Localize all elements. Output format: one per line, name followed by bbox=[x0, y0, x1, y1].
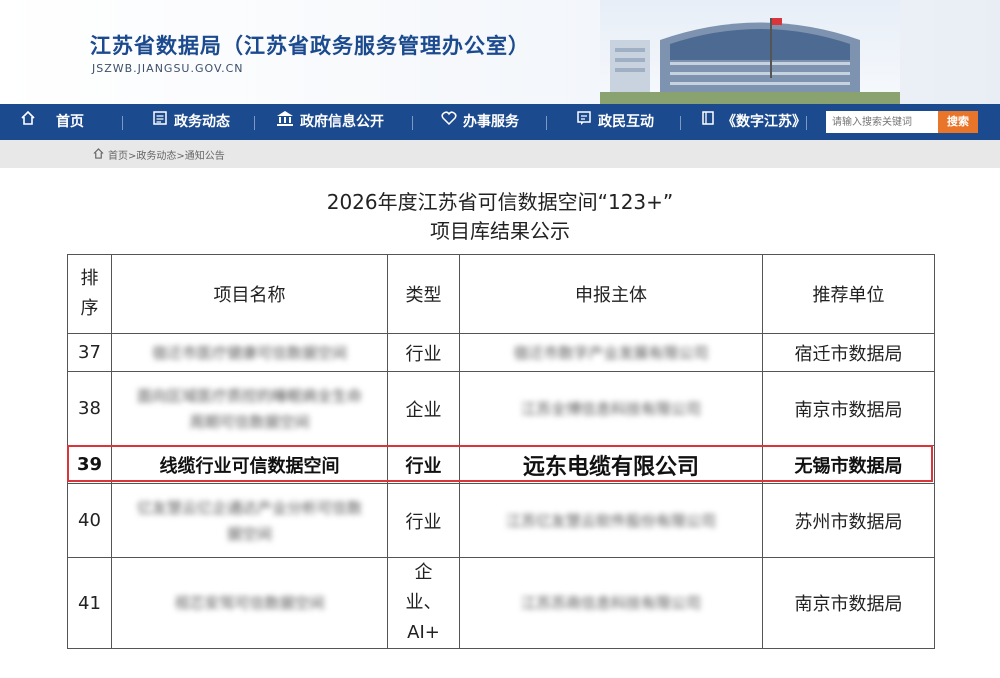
cell-rank: 39 bbox=[67, 445, 112, 484]
cell-recommender: 苏州市数据局 bbox=[762, 483, 935, 558]
cell-project-name: 线缆行业可信数据空间 bbox=[111, 445, 388, 484]
nav-label: 办事服务 bbox=[463, 114, 519, 130]
nav-divider bbox=[122, 116, 123, 130]
table-header-row: 排序 项目名称 类型 申报主体 推荐单位 bbox=[67, 254, 935, 334]
cell-type: 企业 bbox=[387, 371, 460, 446]
table-row: 41 视芯安驾可信数据空间 企业、AI+ 江苏苏商信息科技有限公司 南京市数据局 bbox=[67, 557, 935, 649]
nav-divider bbox=[806, 116, 807, 130]
nav-divider bbox=[254, 116, 255, 130]
nav-item-home[interactable]: 首页 bbox=[20, 104, 84, 140]
header-project-name: 项目名称 bbox=[111, 254, 388, 334]
breadcrumb: 首页>政务动态>通知公告 bbox=[93, 147, 225, 162]
breadcrumb-text[interactable]: 首页>政务动态>通知公告 bbox=[108, 147, 225, 162]
table-row: 37 宿迁市医疗健康可信数据空间 行业 宿迁市数字产业发展有限公司 宿迁市数据局 bbox=[67, 333, 935, 372]
nav-item-digital-jiangsu[interactable]: 《数字江苏》 bbox=[700, 104, 806, 140]
header-type: 类型 bbox=[387, 254, 460, 334]
cell-recommender: 南京市数据局 bbox=[762, 371, 935, 446]
cell-applicant: 江苏亿友慧云软件股份有限公司 bbox=[459, 483, 763, 558]
nav-item-news[interactable]: 政务动态 bbox=[152, 104, 230, 140]
cell-rank: 40 bbox=[67, 483, 112, 558]
cell-applicant: 江苏苏商信息科技有限公司 bbox=[459, 557, 763, 649]
header-applicant: 申报主体 bbox=[459, 254, 763, 334]
nav-divider bbox=[412, 116, 413, 130]
cell-project-name: 视芯安驾可信数据空间 bbox=[111, 557, 388, 649]
book-icon bbox=[700, 104, 716, 140]
nav-item-gov-info[interactable]: 政府信息公开 bbox=[276, 104, 384, 140]
chat-icon bbox=[576, 104, 592, 140]
table-row-highlighted: 39 线缆行业可信数据空间 行业 远东电缆有限公司 无锡市数据局 bbox=[67, 445, 935, 484]
nav-item-interaction[interactable]: 政民互动 bbox=[576, 104, 654, 140]
cell-project-name: 宿迁市医疗健康可信数据空间 bbox=[111, 333, 388, 372]
cell-type: 行业 bbox=[387, 333, 460, 372]
site-domain: JSZWB.JIANGSU.GOV.CN bbox=[92, 62, 244, 75]
search-input[interactable] bbox=[826, 111, 938, 133]
notice-title-line2: 项目库结果公示 bbox=[430, 219, 570, 243]
building-image bbox=[600, 0, 900, 104]
nav-label: 《数字江苏》 bbox=[722, 114, 806, 130]
results-table: 排序 项目名称 类型 申报主体 推荐单位 37 宿迁市医疗健康可信数据空间 行业… bbox=[67, 254, 935, 649]
cell-rank: 37 bbox=[67, 333, 112, 372]
cell-recommender: 无锡市数据局 bbox=[762, 445, 935, 484]
table-row: 40 亿友慧云亿企通达产业分析可信数据空间 行业 江苏亿友慧云软件股份有限公司 … bbox=[67, 483, 935, 558]
site-header: 江苏省数据局（江苏省政务服务管理办公室） JSZWB.JIANGSU.GOV.C… bbox=[0, 0, 1000, 104]
cell-project-name: 亿友慧云亿企通达产业分析可信数据空间 bbox=[111, 483, 388, 558]
building-icon bbox=[276, 104, 294, 140]
nav-divider bbox=[546, 116, 547, 130]
cell-recommender: 南京市数据局 bbox=[762, 557, 935, 649]
cell-applicant: 宿迁市数字产业发展有限公司 bbox=[459, 333, 763, 372]
news-icon bbox=[152, 104, 168, 140]
cell-type: 企业、AI+ bbox=[387, 557, 460, 649]
search-button[interactable]: 搜索 bbox=[938, 111, 978, 133]
home-icon bbox=[20, 104, 36, 140]
service-icon bbox=[441, 104, 457, 140]
site-title[interactable]: 江苏省数据局（江苏省政务服务管理办公室） bbox=[90, 30, 530, 60]
cell-rank: 38 bbox=[67, 371, 112, 446]
notice-title-line1: 2026年度江苏省可信数据空间“123+” bbox=[326, 190, 674, 214]
nav-divider bbox=[680, 116, 681, 130]
nav-label: 政府信息公开 bbox=[300, 114, 384, 130]
cell-recommender: 宿迁市数据局 bbox=[762, 333, 935, 372]
nav-label: 政务动态 bbox=[174, 114, 230, 130]
cell-applicant: 远东电缆有限公司 bbox=[459, 445, 763, 484]
cell-applicant: 江苏全博信息科技有限公司 bbox=[459, 371, 763, 446]
cell-type: 行业 bbox=[387, 445, 460, 484]
header-recommender: 推荐单位 bbox=[762, 254, 935, 334]
nav-label: 首页 bbox=[56, 114, 84, 130]
cell-type: 行业 bbox=[387, 483, 460, 558]
nav-label: 政民互动 bbox=[598, 114, 654, 130]
header-rank: 排序 bbox=[67, 254, 112, 334]
cell-rank: 41 bbox=[67, 557, 112, 649]
home-icon bbox=[93, 147, 104, 162]
table-row: 38 面向区域医疗质控的睡眠病全生命周期可信数据空间 企业 江苏全博信息科技有限… bbox=[67, 371, 935, 446]
cell-project-name: 面向区域医疗质控的睡眠病全生命周期可信数据空间 bbox=[111, 371, 388, 446]
nav-item-services[interactable]: 办事服务 bbox=[441, 104, 519, 140]
